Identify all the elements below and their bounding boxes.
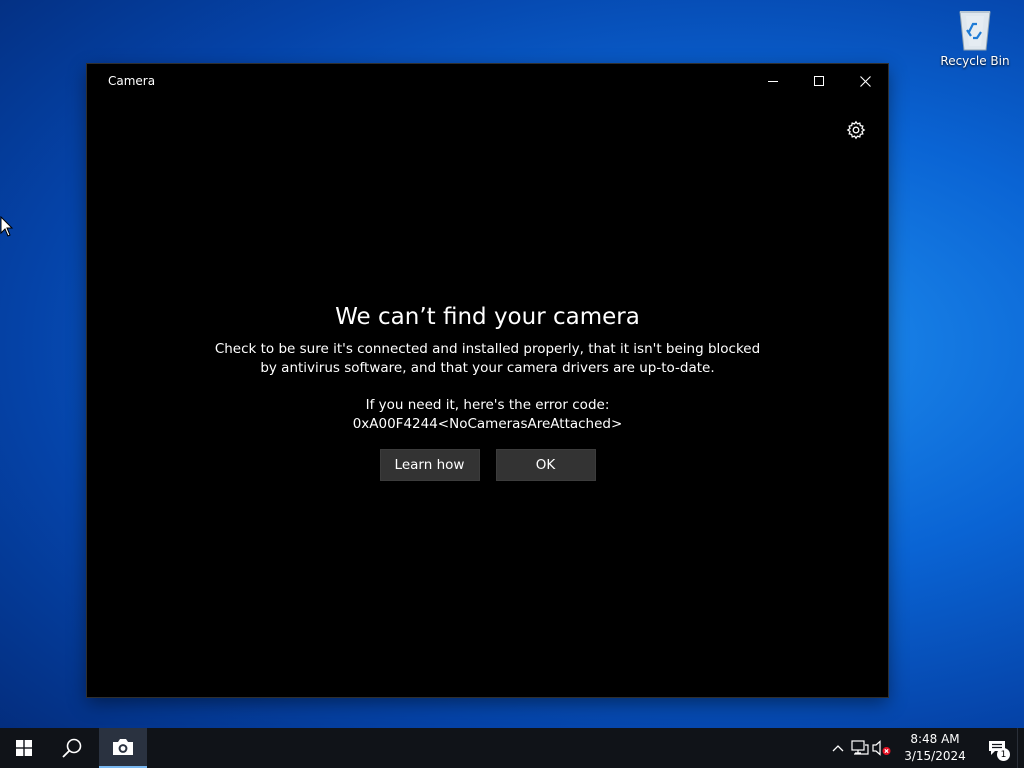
error-heading: We can’t find your camera [335, 304, 640, 330]
windows-start-icon [16, 740, 32, 756]
clock[interactable]: 8:48 AM 3/15/2024 [893, 731, 977, 765]
error-code: 0xA00F4244<NoCamerasAreAttached> [352, 416, 623, 432]
minimize-icon [768, 81, 778, 82]
show-desktop-button[interactable] [1017, 728, 1024, 768]
close-icon [859, 75, 871, 87]
volume-button[interactable] [871, 728, 893, 768]
search-button[interactable] [48, 728, 96, 768]
maximize-icon [814, 76, 824, 86]
title-bar[interactable]: Camera [87, 64, 888, 98]
settings-button[interactable] [846, 120, 866, 140]
mouse-cursor-icon [0, 216, 14, 237]
action-center-button[interactable]: 1 [977, 728, 1017, 768]
minimize-button[interactable] [750, 64, 796, 98]
show-hidden-icons-button[interactable] [827, 728, 849, 768]
volume-muted-icon [872, 740, 891, 756]
camera-icon [113, 739, 133, 755]
close-button[interactable] [842, 64, 888, 98]
system-tray: 8:48 AM 3/15/2024 1 [827, 728, 1024, 768]
window-controls [750, 64, 888, 98]
start-button[interactable] [0, 728, 48, 768]
network-button[interactable] [849, 728, 871, 768]
error-message-line-1: Check to be sure it's connected and inst… [214, 341, 761, 357]
chevron-up-icon [832, 745, 844, 752]
taskbar: 8:48 AM 3/15/2024 1 [0, 728, 1024, 768]
clock-date: 3/15/2024 [904, 749, 966, 763]
taskbar-app-camera[interactable] [99, 728, 147, 768]
network-icon [851, 740, 869, 755]
gear-icon [846, 120, 866, 140]
camera-app-window: Camera We can’t find your camera Check t… [87, 64, 888, 697]
recycle-bin-label: Recycle Bin [940, 54, 1010, 68]
recycle-bin-shortcut[interactable]: Recycle Bin [938, 8, 1012, 68]
search-icon [62, 738, 82, 758]
dialog-buttons: Learn how OK [87, 449, 888, 481]
learn-how-button[interactable]: Learn how [379, 449, 480, 481]
error-panel: We can’t find your camera Check to be su… [87, 304, 888, 481]
clock-time: 8:48 AM [910, 732, 960, 746]
error-message-line-2: by antivirus software, and that your cam… [260, 360, 715, 376]
maximize-button[interactable] [796, 64, 842, 98]
window-title: Camera [108, 74, 156, 88]
recycle-bin-icon [955, 8, 995, 52]
error-code-intro: If you need it, here's the error code: [365, 397, 610, 413]
notification-count-badge: 1 [997, 748, 1010, 761]
ok-button[interactable]: OK [495, 449, 596, 481]
